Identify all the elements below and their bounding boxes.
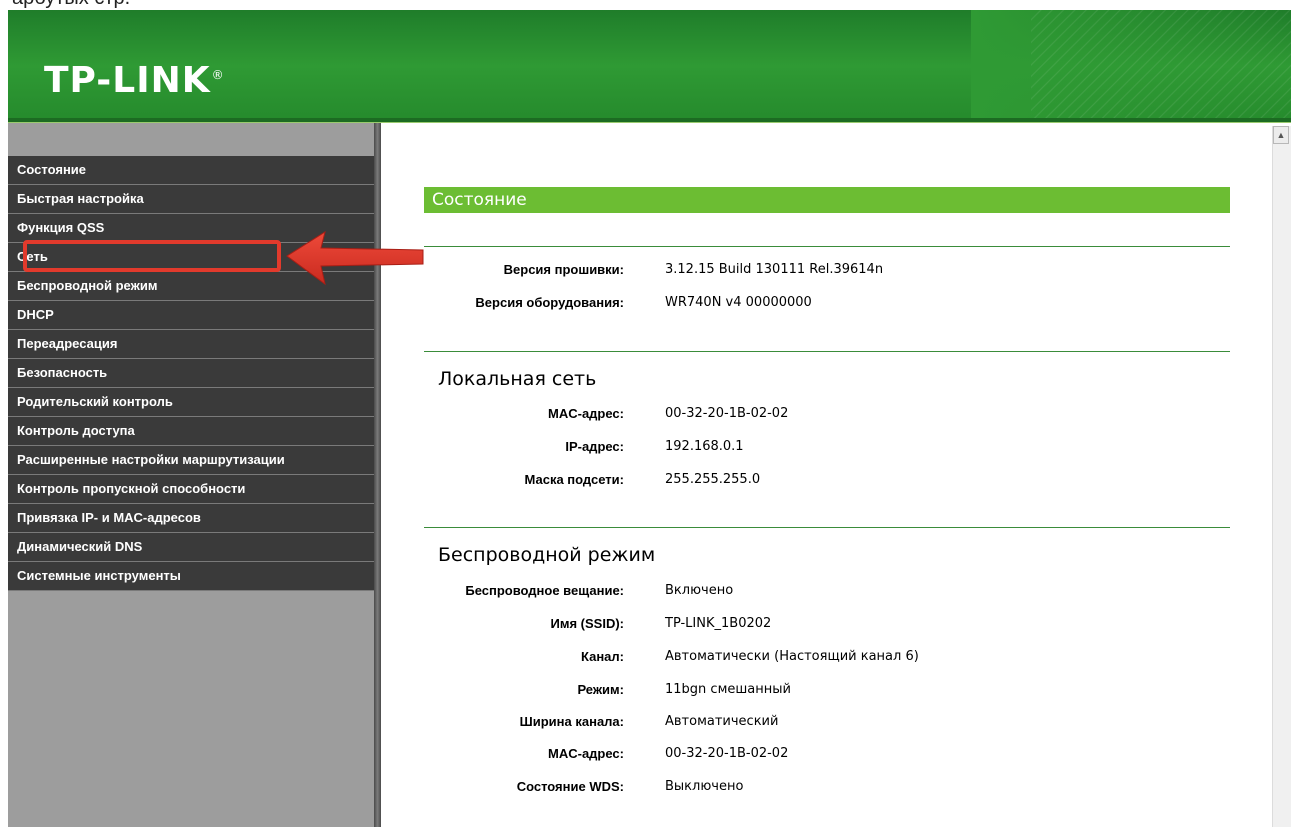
scrollbar[interactable] (1272, 126, 1291, 827)
sidebar-item-forwarding[interactable]: Переадресация (8, 330, 374, 359)
wireless-broadcast-label: Беспроводное вещание: (465, 583, 624, 598)
lan-mask-label: Маска подсети: (524, 472, 624, 487)
sidebar-item-advanced-routing[interactable]: Расширенные настройки маршрутизации (8, 446, 374, 475)
section-divider (424, 527, 1230, 528)
wireless-broadcast-row: Беспроводное вещание: Включено (424, 583, 1230, 601)
highlight-box (23, 240, 281, 272)
scroll-up-arrow-icon[interactable]: ▲ (1273, 126, 1289, 144)
wireless-wds-label: Состояние WDS: (516, 779, 624, 794)
lan-mask-row: Маска подсети: 255.255.255.0 (424, 472, 1230, 490)
wireless-ssid-row: Имя (SSID): TP-LINK_1B0202 (424, 616, 1230, 634)
wireless-channel-label: Канал: (581, 649, 624, 664)
header-banner: TP-LINK® (8, 10, 1291, 122)
lan-ip-label: IP-адрес: (565, 439, 624, 454)
page-title: Состояние (424, 187, 1230, 213)
lan-ip-row: IP-адрес: 192.168.0.1 (424, 439, 1230, 457)
tp-link-logo: TP-LINK® (44, 60, 225, 101)
sidebar-item-access-control[interactable]: Контроль доступа (8, 417, 374, 446)
page-top-caption: арбутых стр. (12, 0, 212, 8)
header-decoration (1031, 10, 1291, 122)
red-arrow-icon (286, 230, 424, 286)
section-divider (424, 246, 1230, 247)
wireless-width-label: Ширина канала: (519, 714, 624, 729)
sidebar-item-status[interactable]: Состояние (8, 156, 374, 185)
sidebar-item-security[interactable]: Безопасность (8, 359, 374, 388)
sidebar-item-system-tools[interactable]: Системные инструменты (8, 562, 374, 591)
wireless-ssid-label: Имя (SSID): (550, 616, 625, 631)
firmware-row: Версия прошивки: 3.12.15 Build 130111 Re… (424, 262, 1230, 280)
wireless-ssid-value: TP-LINK_1B0202 (665, 616, 772, 631)
hardware-value: WR740N v4 00000000 (665, 295, 812, 310)
lan-mac-row: MAC-адрес: 00-32-20-1B-02-02 (424, 406, 1230, 424)
sidebar-item-dhcp[interactable]: DHCP (8, 301, 374, 330)
wireless-mac-label: MAC-адрес: (548, 746, 624, 761)
wireless-broadcast-value: Включено (665, 583, 734, 598)
wireless-mac-row: MAC-адрес: 00-32-20-1B-02-02 (424, 746, 1230, 764)
sidebar-item-parental-control[interactable]: Родительский контроль (8, 388, 374, 417)
hardware-label: Версия оборудования: (475, 295, 624, 310)
wireless-channel-value: Автоматически (Настоящий канал 6) (665, 649, 919, 664)
lan-ip-value: 192.168.0.1 (665, 439, 744, 454)
wireless-mac-value: 00-32-20-1B-02-02 (665, 746, 789, 761)
sidebar-item-quick-setup[interactable]: Быстрая настройка (8, 185, 374, 214)
wireless-width-row: Ширина канала: Автоматический (424, 714, 1230, 732)
wireless-channel-row: Канал: Автоматически (Настоящий канал 6) (424, 649, 1230, 667)
lan-mask-value: 255.255.255.0 (665, 472, 761, 487)
lan-section-title: Локальная сеть (438, 368, 597, 390)
lan-mac-label: MAC-адрес: (548, 406, 624, 421)
sidebar-item-dynamic-dns[interactable]: Динамический DNS (8, 533, 374, 562)
firmware-value: 3.12.15 Build 130111 Rel.39614n (665, 262, 884, 277)
wireless-mode-row: Режим: 11bgn смешанный (424, 682, 1230, 700)
hardware-row: Версия оборудования: WR740N v4 00000000 (424, 295, 1230, 313)
firmware-label: Версия прошивки: (503, 262, 624, 277)
wireless-width-value: Автоматический (665, 714, 779, 729)
lan-mac-value: 00-32-20-1B-02-02 (665, 406, 789, 421)
wireless-wds-row: Состояние WDS: Выключено (424, 779, 1230, 797)
wireless-mode-label: Режим: (577, 682, 624, 697)
sidebar-item-bandwidth-control[interactable]: Контроль пропускной способности (8, 475, 374, 504)
sidebar-item-ip-mac-binding[interactable]: Привязка IP- и MAC-адресов (8, 504, 374, 533)
section-divider (424, 351, 1230, 352)
wireless-section-title: Беспроводной режим (438, 544, 656, 566)
wireless-mode-value: 11bgn смешанный (665, 682, 791, 697)
wireless-wds-value: Выключено (665, 779, 744, 794)
